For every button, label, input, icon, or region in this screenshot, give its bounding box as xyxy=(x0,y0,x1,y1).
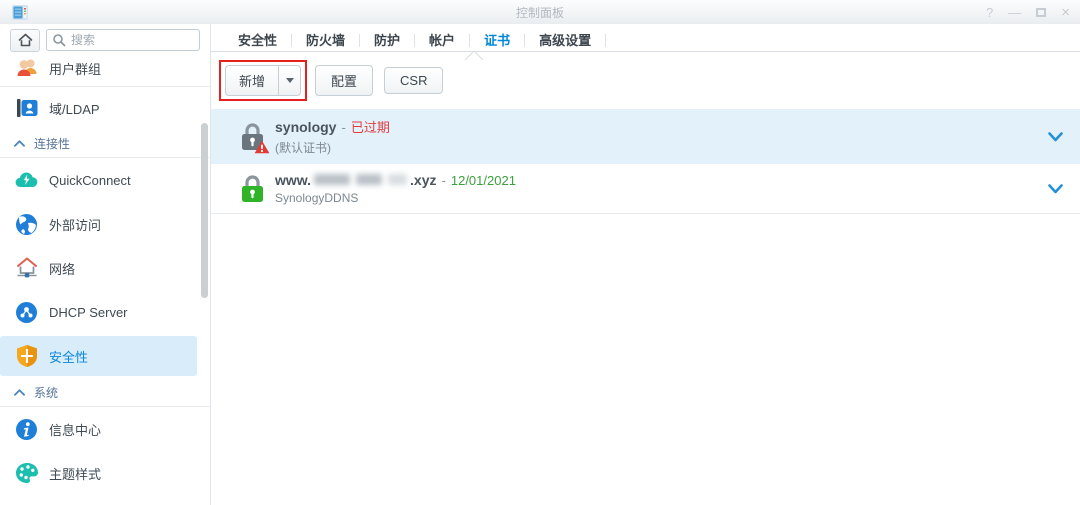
tab-firewall[interactable]: 防火墙 xyxy=(292,28,359,53)
caret-down-icon xyxy=(285,77,294,83)
dhcp-server-icon xyxy=(14,300,39,325)
certificate-status-expired: 已过期 xyxy=(350,120,390,135)
info-icon xyxy=(14,417,39,442)
chevron-up-icon xyxy=(14,388,25,396)
certificate-name-suffix: .xyz xyxy=(410,172,437,188)
selected-tab-notch xyxy=(464,50,484,60)
chevron-down-icon[interactable] xyxy=(1048,131,1063,142)
sidebar-item-quickconnect[interactable]: QuickConnect xyxy=(0,158,210,202)
tab-advanced[interactable]: 高级设置 xyxy=(525,28,605,53)
tab-certificate[interactable]: 证书 xyxy=(470,28,524,53)
annotation-highlight-box: 新增 xyxy=(219,59,308,101)
sidebar-section-system[interactable]: 系统 xyxy=(0,378,210,406)
certificate-description: SynologyDDNS xyxy=(275,191,359,205)
domain-icon xyxy=(14,96,39,121)
home-icon xyxy=(18,33,32,47)
search-input[interactable] xyxy=(46,29,200,51)
add-split-button[interactable]: 新增 xyxy=(225,64,302,96)
chevron-up-icon xyxy=(14,139,25,147)
quickconnect-icon xyxy=(14,168,39,193)
chevron-down-icon[interactable] xyxy=(1048,183,1063,194)
window-title: 控制面板 xyxy=(515,5,564,20)
lock-valid-icon xyxy=(242,174,263,202)
sidebar-item-security[interactable]: 安全性 xyxy=(0,334,210,378)
certificate-toolbar: 新增 配置 CSR xyxy=(211,57,1080,103)
sidebar-item-info-center[interactable]: 信息中心 xyxy=(0,407,210,451)
redacted-domain xyxy=(311,173,410,188)
security-shield-icon xyxy=(14,344,39,369)
tab-protection[interactable]: 防护 xyxy=(360,28,414,53)
warning-badge-icon xyxy=(254,140,270,153)
users-icon xyxy=(14,56,39,81)
close-button[interactable]: × xyxy=(1061,5,1070,20)
control-panel-window: 控制面板 ? — × 搜索 用户群组 域/LDAP 连接性 QuickConne… xyxy=(0,0,1080,505)
add-button[interactable]: 新增 xyxy=(226,65,280,95)
certificate-row-ddns[interactable]: www. .xyz - 12/01/2021 SynologyDDNS xyxy=(211,164,1080,214)
certificate-name: synology xyxy=(275,119,337,135)
sidebar-item-theme[interactable]: 主题样式 xyxy=(0,451,210,495)
maximize-button[interactable] xyxy=(1036,7,1047,17)
tab-security[interactable]: 安全性 xyxy=(224,28,291,53)
titlebar: 控制面板 ? — × xyxy=(0,0,1080,24)
sidebar-item-dhcp-server[interactable]: DHCP Server xyxy=(0,290,210,334)
network-house-icon xyxy=(14,256,39,281)
palette-icon xyxy=(14,461,39,486)
tab-bar: 安全性 防火墙 防护 帐户 证书 高级设置 xyxy=(211,28,1080,60)
sidebar-item-user-group[interactable]: 用户群组 xyxy=(0,56,210,86)
search-icon xyxy=(53,34,66,47)
certificate-list: synology - 已过期 (默认证书) www. .xyz - 12/01/… xyxy=(211,109,1080,214)
add-dropdown-button[interactable] xyxy=(279,66,300,95)
tab-separator xyxy=(605,33,607,47)
sidebar-scrollbar-thumb[interactable] xyxy=(201,123,208,298)
home-button[interactable] xyxy=(10,28,40,52)
certificate-description: (默认证书) xyxy=(275,141,331,155)
sidebar-item-domain-ldap[interactable]: 域/LDAP xyxy=(0,87,210,129)
sidebar: 用户群组 域/LDAP xyxy=(0,24,211,505)
certificate-valid-until: 12/01/2021 xyxy=(450,173,516,188)
globe-icon xyxy=(14,212,39,237)
sidebar-list: 用户群组 域/LDAP 连接性 QuickConnect 外部访问 网络 DHC… xyxy=(0,56,210,505)
sidebar-item-network[interactable]: 网络 xyxy=(0,246,210,290)
help-button[interactable]: ? xyxy=(986,6,993,19)
tab-account[interactable]: 帐户 xyxy=(415,28,469,53)
sidebar-item-external-access[interactable]: 外部访问 xyxy=(0,202,210,246)
csr-button[interactable]: CSR xyxy=(384,66,444,94)
minimize-button[interactable]: — xyxy=(1008,6,1021,19)
configure-button[interactable]: 配置 xyxy=(315,64,374,96)
certificate-name-prefix: www. xyxy=(275,172,312,188)
main-panel: 安全性 防火墙 防护 帐户 证书 高级设置 新增 配置 CSR synology… xyxy=(211,24,1080,505)
sidebar-section-connectivity[interactable]: 连接性 xyxy=(0,129,210,157)
certificate-row-synology[interactable]: synology - 已过期 (默认证书) xyxy=(211,109,1080,164)
